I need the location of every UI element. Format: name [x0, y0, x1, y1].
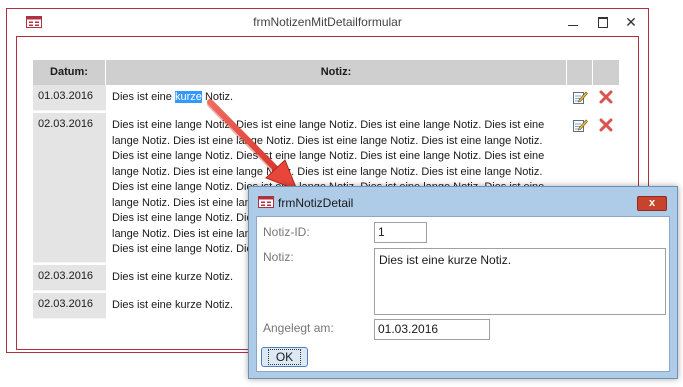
maximize-button[interactable] — [592, 12, 614, 32]
detail-titlebar[interactable]: frmNotizDetail x — [249, 187, 677, 215]
table-row[interactable]: 01.03.2016 Dies ist eine kurze Notiz. — [33, 85, 619, 111]
created-date-label: Angelegt am: — [263, 321, 334, 335]
note-id-label: Notiz-ID: — [263, 225, 310, 239]
maximize-icon — [598, 17, 608, 29]
note-text: Notiz. — [201, 91, 234, 103]
column-header-date[interactable]: Datum: — [33, 60, 106, 85]
date-cell[interactable]: 01.03.2016 — [33, 85, 106, 111]
edit-icon — [573, 91, 588, 104]
edit-button[interactable] — [567, 85, 593, 111]
date-cell[interactable]: 02.03.2016 — [33, 265, 106, 291]
date-cell[interactable]: 02.03.2016 — [33, 293, 106, 319]
delete-icon — [599, 90, 613, 104]
note-cell[interactable]: Dies ist eine kurze Notiz. — [106, 85, 567, 111]
detail-dialog: frmNotizDetail x Notiz-ID: 1 Notiz: Dies… — [248, 186, 678, 379]
column-header-edit — [567, 60, 593, 85]
note-label: Notiz: — [263, 250, 294, 264]
date-cell[interactable]: 02.03.2016 — [33, 113, 106, 263]
form-icon — [258, 196, 274, 208]
column-header-note[interactable]: Notiz: — [106, 60, 567, 85]
selected-text: kurze — [174, 91, 202, 103]
detail-form-body: Notiz-ID: 1 Notiz: Dies ist eine kurze N… — [256, 216, 670, 372]
ok-button-label: OK — [267, 349, 302, 365]
delete-icon — [599, 118, 613, 132]
minimize-icon — [568, 25, 578, 27]
created-date-field[interactable]: 01.03.2016 — [374, 319, 490, 340]
minimize-button[interactable] — [562, 12, 584, 32]
ok-button[interactable]: OK — [261, 347, 308, 367]
main-titlebar[interactable]: frmNotizenMitDetailformular ✕ — [7, 9, 648, 37]
note-textarea[interactable]: Dies ist eine kurze Notiz. — [374, 248, 666, 315]
detail-dialog-title: frmNotizDetail — [278, 196, 354, 210]
column-header-delete — [593, 60, 619, 85]
delete-button[interactable] — [593, 85, 619, 111]
note-text: Dies ist eine — [112, 91, 175, 103]
edit-icon — [573, 119, 588, 132]
note-id-field[interactable]: 1 — [374, 222, 427, 243]
main-window-title: frmNotizenMitDetailformular — [253, 15, 402, 29]
detail-close-button[interactable]: x — [637, 196, 667, 211]
close-button[interactable]: ✕ — [620, 12, 642, 32]
